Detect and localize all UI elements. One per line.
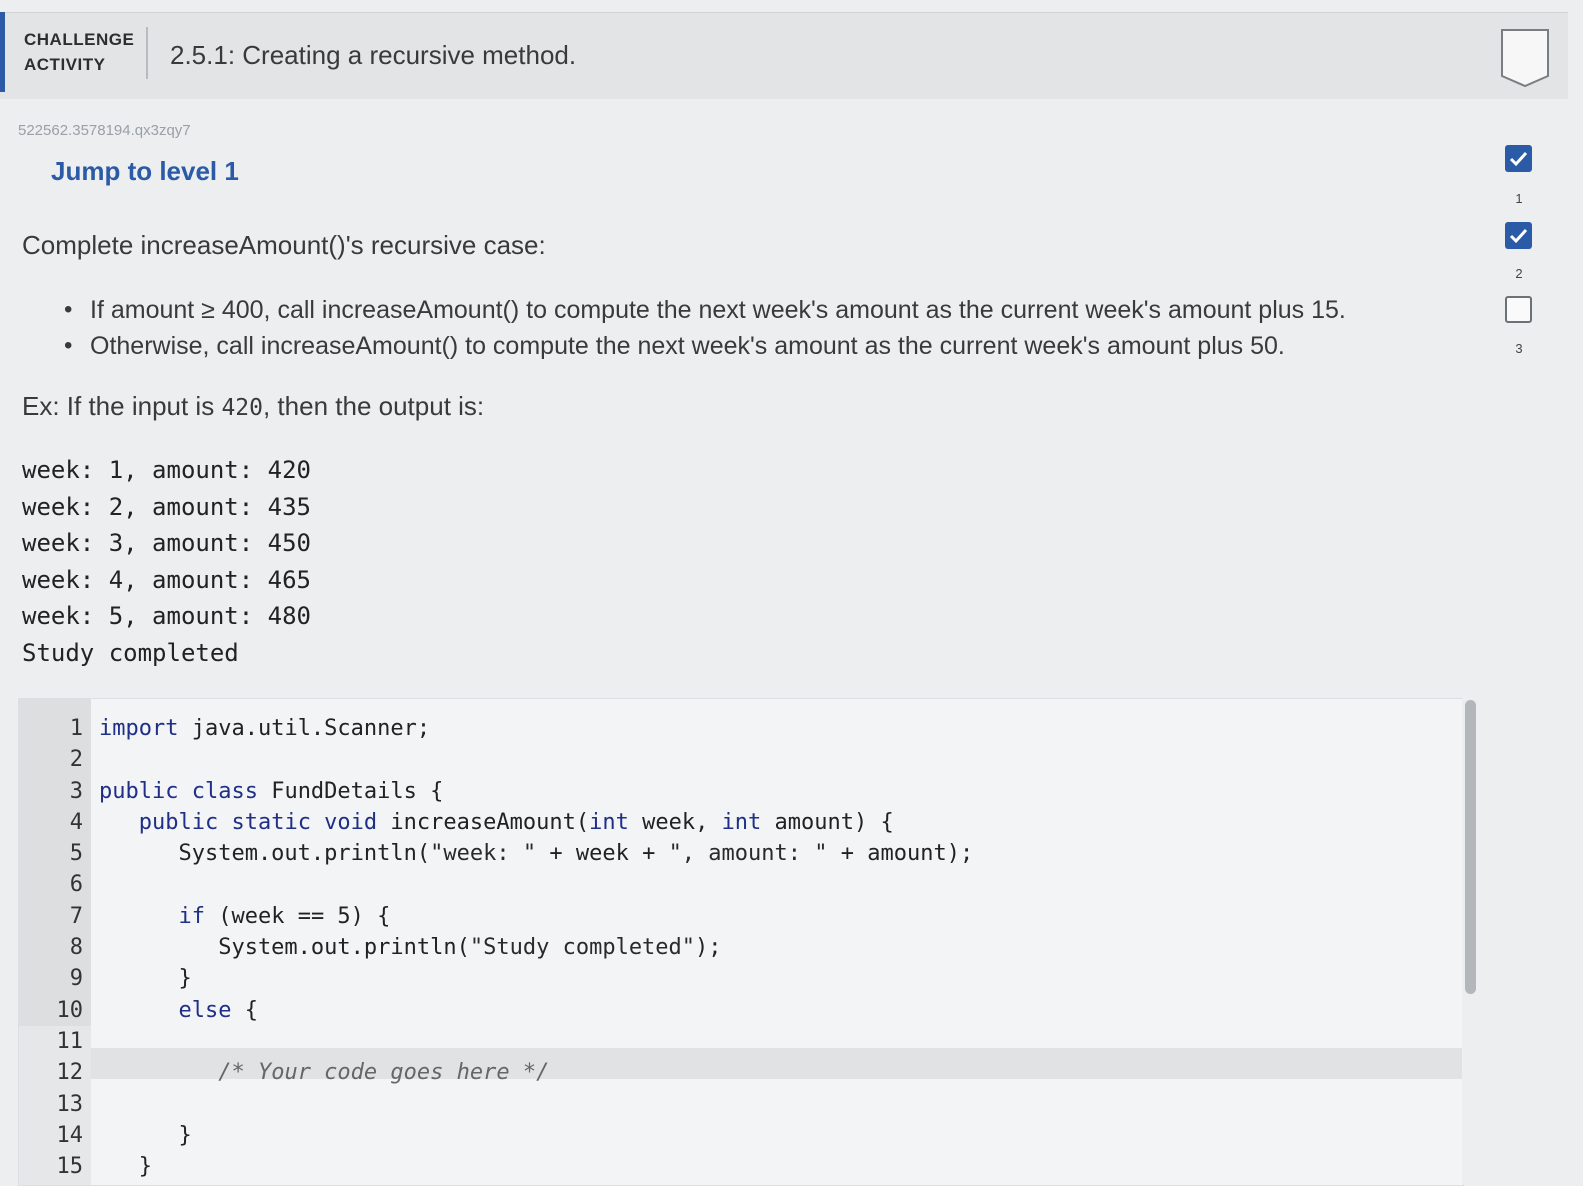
output-line: week: 5, amount: 480 [22, 602, 311, 631]
line-number: 1 [69, 716, 83, 741]
checkmark-icon [1509, 151, 1528, 167]
code-content[interactable]: import java.util.Scanner; public class F… [99, 713, 973, 1182]
output-line: week: 1, amount: 420 [22, 456, 311, 484]
line-number: 6 [69, 872, 83, 898]
instruction-list: If amount ≥ 400, call increaseAmount() t… [64, 292, 1346, 364]
level-number: 1 [1515, 191, 1523, 206]
line-number: 9 [69, 966, 83, 992]
level-3-checkbox[interactable] [1505, 296, 1532, 323]
line-numbers: 1 2 3 4 5 6 7 8 9 10 11 12 13 14 15 [19, 713, 84, 1182]
jump-to-level-link[interactable]: Jump to level 1 [51, 156, 239, 187]
checkmark-icon [1509, 228, 1528, 244]
level-1-checkbox[interactable] [1505, 145, 1532, 172]
line-number: 7 [69, 903, 83, 929]
line-number: 11 [56, 1028, 84, 1054]
badge-line-2: ACTIVITY [24, 55, 106, 74]
completion-shield-icon [1501, 29, 1549, 88]
editor-scrollbar-thumb[interactable] [1465, 700, 1476, 994]
output-line: week: 2, amount: 435 [22, 492, 311, 521]
line-number: 8 [69, 935, 83, 961]
instruction-bullet: If amount ≥ 400, call increaseAmount() t… [64, 292, 1346, 328]
line-number: 2 [69, 747, 83, 773]
level-2-checkbox[interactable] [1505, 222, 1532, 249]
line-number: 3 [69, 778, 83, 804]
line-number: 10 [56, 997, 84, 1023]
output-line: week: 4, amount: 465 [22, 565, 311, 594]
instruction-prompt: Complete increaseAmount()'s recursive ca… [22, 230, 546, 260]
line-number: 15 [56, 1154, 84, 1180]
level-number: 2 [1515, 266, 1523, 281]
code-editor[interactable]: 1 2 3 4 5 6 7 8 9 10 11 12 13 14 15 impo… [18, 698, 1464, 1186]
line-number: 12 [56, 1060, 84, 1086]
level-number: 3 [1515, 341, 1523, 356]
output-line: week: 3, amount: 450 [22, 529, 311, 558]
output-line: Study completed [22, 638, 239, 667]
header-accent-bar [0, 12, 5, 92]
example-output: week: 1, amount: 420 week: 2, amount: 43… [22, 452, 311, 672]
badge-line-1: CHALLENGE [24, 30, 135, 49]
line-number: 5 [69, 841, 83, 867]
line-number: 14 [56, 1122, 84, 1148]
instruction-bullet: Otherwise, call increaseAmount() to comp… [64, 328, 1346, 364]
challenge-activity-badge: CHALLENGE ACTIVITY [24, 27, 134, 77]
example-input: 420 [221, 395, 263, 421]
line-number: 4 [69, 809, 83, 835]
activity-id: 522562.3578194.qx3zqy7 [18, 122, 191, 139]
example-prefix: Ex: If the input is [22, 391, 222, 421]
activity-title: 2.5.1: Creating a recursive method. [170, 40, 577, 70]
header-divider [146, 27, 148, 79]
example-text: Ex: If the input is 420, then the output… [22, 391, 484, 422]
line-number: 13 [56, 1091, 84, 1117]
example-suffix: , then the output is: [262, 391, 485, 421]
